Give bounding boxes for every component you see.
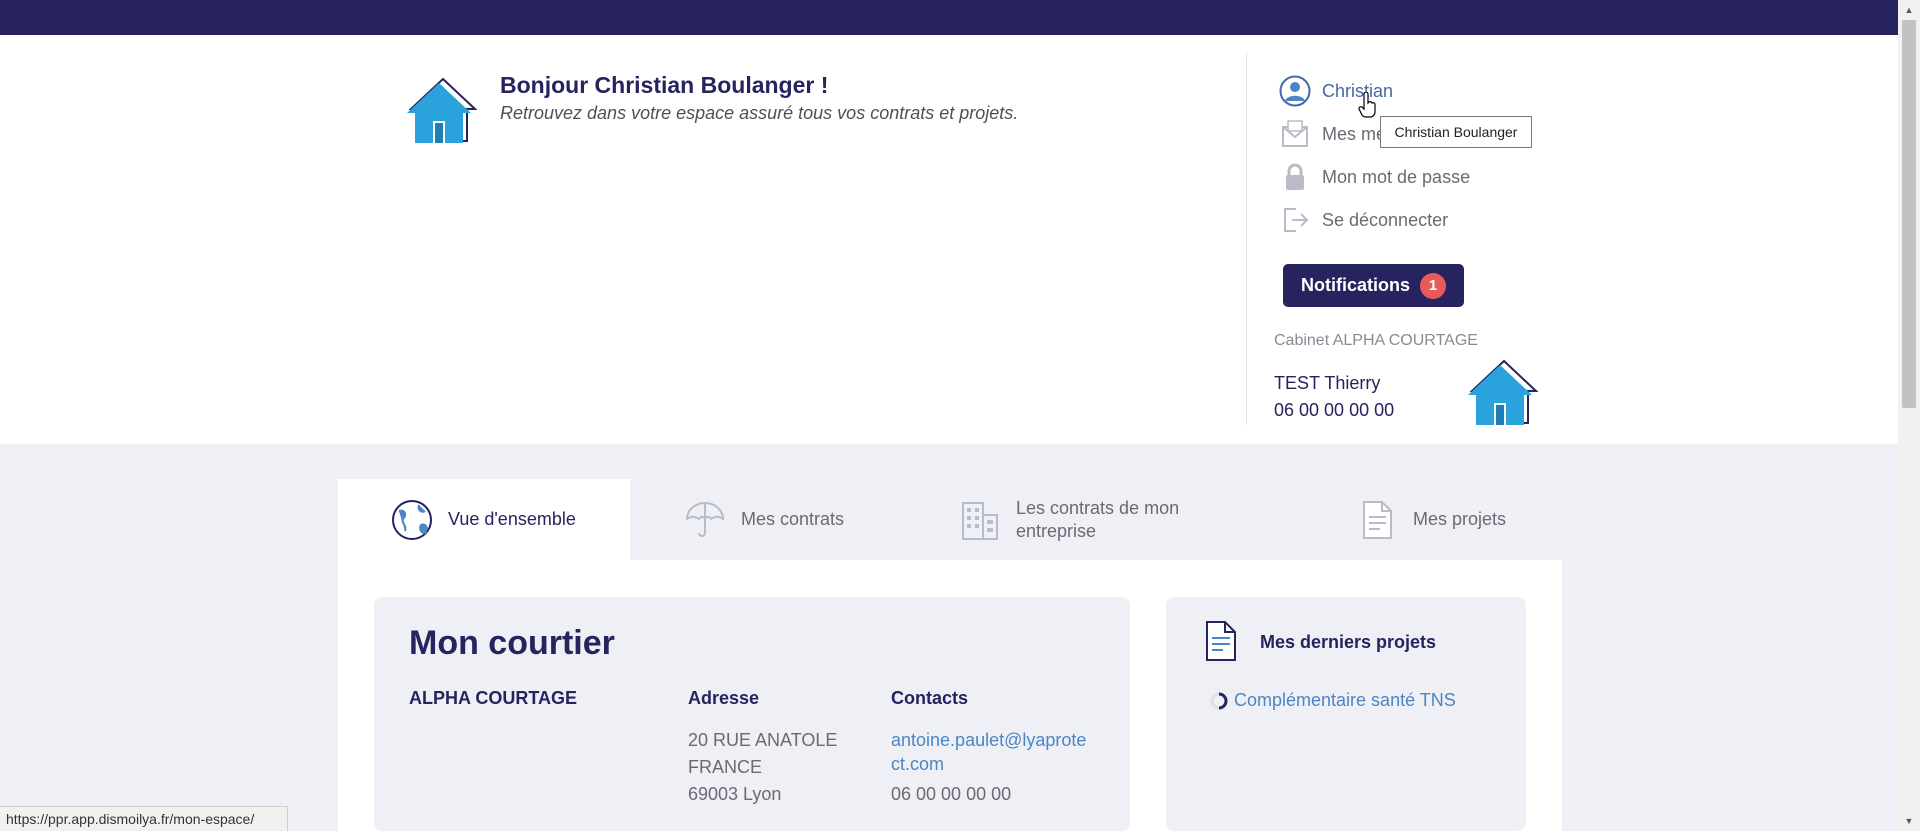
- projet-item[interactable]: Complémentaire santé TNS: [1210, 690, 1456, 711]
- tab-contrats-entreprise-line2: entreprise: [1016, 520, 1097, 541]
- tab-mes-contrats[interactable]: Mes contrats: [683, 479, 844, 560]
- courtier-title: Mon courtier: [409, 624, 615, 662]
- notifications-count-badge: 1: [1420, 272, 1446, 299]
- scroll-down-arrow-icon[interactable]: ▼: [1902, 814, 1916, 828]
- progress-spinner-icon: [1210, 692, 1228, 709]
- greeting-subtitle: Retrouvez dans votre espace assuré tous …: [500, 103, 1019, 123]
- password-link[interactable]: Mon mot de passe: [1278, 159, 1470, 195]
- messages-label: Mes me: [1322, 123, 1387, 144]
- notifications-button[interactable]: Notifications 1: [1283, 264, 1464, 307]
- cabinet-contact-phone: 06 00 00 00 00: [1274, 400, 1395, 420]
- tab-vue-ensemble-label: Vue d'ensemble: [448, 509, 576, 529]
- cabinet-contact-name: TEST Thierry: [1274, 373, 1381, 393]
- tab-mes-projets-label: Mes projets: [1413, 509, 1507, 529]
- contact-email-line2: ct.com: [891, 754, 945, 774]
- logout-icon: [1278, 203, 1312, 237]
- tab-mes-projets[interactable]: Mes projets: [1355, 479, 1506, 560]
- projets-title: Mes derniers projets: [1260, 632, 1437, 652]
- header-divider: [1246, 53, 1247, 425]
- document-icon: [1355, 498, 1399, 542]
- contact-email-link[interactable]: antoine.paulet@lyaprote ct.com: [891, 730, 1086, 778]
- building-icon: [958, 498, 1002, 542]
- tab-vue-ensemble[interactable]: Vue d'ensemble: [338, 479, 630, 560]
- projet-item-label: Complémentaire santé TNS: [1234, 690, 1456, 710]
- top-banner: [0, 0, 1898, 35]
- tab-contrats-entreprise[interactable]: Les contrats de mon entreprise: [958, 479, 1179, 560]
- address-line-2: FRANCE: [688, 757, 763, 777]
- scroll-up-arrow-icon[interactable]: ▲: [1902, 3, 1916, 17]
- address-line-1: 20 RUE ANATOLE: [688, 730, 838, 750]
- tab-contrats-entreprise-line1: Les contrats de mon: [1016, 497, 1180, 518]
- messages-link[interactable]: Mes me: [1278, 116, 1386, 152]
- tab-contrats-entreprise-label: Les contrats de mon entreprise: [1016, 497, 1179, 543]
- address-line-3: 69003 Lyon: [688, 784, 782, 804]
- user-tooltip: Christian Boulanger: [1380, 116, 1532, 148]
- greeting-title: Bonjour Christian Boulanger !: [500, 72, 829, 98]
- cabinet-house-logo-icon: [1468, 359, 1539, 425]
- envelope-icon: [1278, 117, 1312, 151]
- lock-icon: [1278, 160, 1312, 194]
- cabinet-label: Cabinet ALPHA COURTAGE: [1274, 332, 1478, 349]
- contact-email-line1: antoine.paulet@lyaprote: [891, 730, 1087, 750]
- main-tabs: Vue d'ensemble Mes contrats Les contrats…: [338, 479, 1562, 560]
- projects-document-icon: [1206, 621, 1236, 661]
- globe-icon: [390, 498, 434, 542]
- logout-link[interactable]: Se déconnecter: [1278, 202, 1448, 238]
- scrollbar-thumb[interactable]: [1902, 20, 1916, 408]
- password-label: Mon mot de passe: [1322, 166, 1471, 187]
- hand-cursor-icon: [1358, 92, 1376, 118]
- contacts-header: Contacts: [891, 688, 969, 708]
- notifications-label: Notifications: [1300, 275, 1410, 295]
- tab-mes-contrats-label: Mes contrats: [741, 509, 845, 529]
- browser-status-url: https://ppr.app.dismoilya.fr/mon-espace/: [0, 806, 288, 831]
- umbrella-icon: [683, 498, 727, 542]
- logout-label: Se déconnecter: [1322, 209, 1449, 230]
- house-logo-icon: [407, 77, 478, 143]
- user-circle-icon: [1278, 74, 1312, 108]
- courtier-name: ALPHA COURTAGE: [409, 688, 577, 708]
- contact-phone: 06 00 00 00 00: [891, 784, 1012, 804]
- address-header: Adresse: [688, 688, 760, 708]
- header-panel: [0, 35, 1898, 444]
